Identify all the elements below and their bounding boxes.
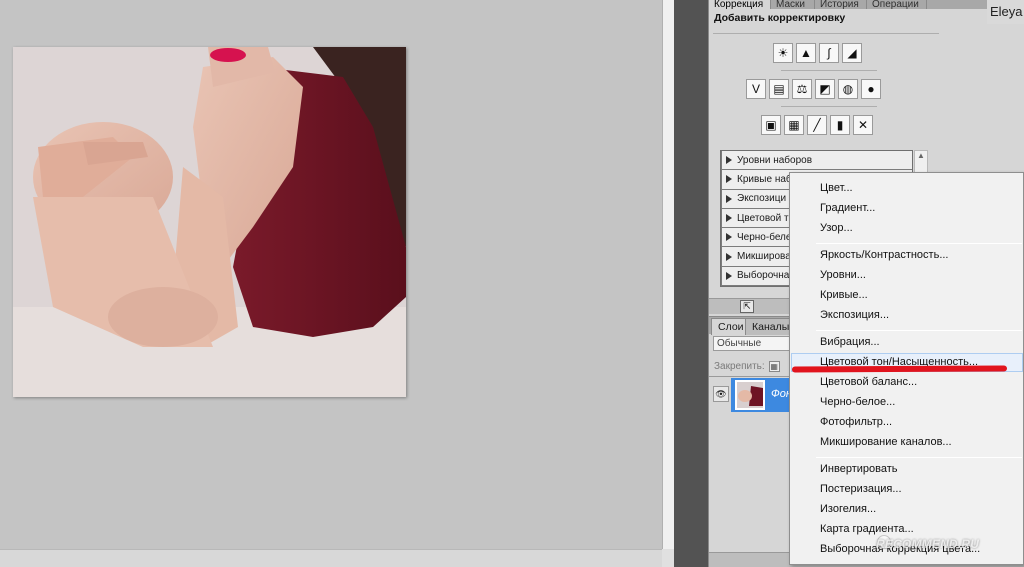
watermark: RECOMMEND.RU (876, 537, 980, 551)
menu-separator (816, 330, 1022, 331)
divider (781, 70, 877, 71)
adjustment-icons-row-2: V ▤ ⚖ ◩ ◍ ● (746, 79, 881, 99)
hue-saturation-icon[interactable]: ▤ (769, 79, 789, 99)
expand-triangle-icon[interactable] (726, 252, 732, 261)
menu-item-invert[interactable]: Инвертировать (791, 460, 1023, 479)
scroll-up-icon[interactable]: ▲ (915, 151, 927, 160)
adjustments-title: Добавить корректировку (714, 12, 846, 24)
expand-triangle-icon[interactable] (726, 156, 732, 165)
posterize-icon[interactable]: ▦ (784, 115, 804, 135)
menu-item-solid-color[interactable]: Цвет... (791, 179, 1023, 198)
adjustment-icons-row-1: ☀ ▲ ∫ ◢ (773, 43, 862, 63)
layer-thumbnail (735, 380, 765, 410)
menu-item-exposure[interactable]: Экспозиция... (791, 306, 1023, 325)
adjustment-icons-row-3: ▣ ▦ ╱ ▮ ✕ (761, 115, 873, 135)
preset-label: Микширова (737, 251, 791, 263)
menu-item-threshold[interactable]: Изогелия... (791, 500, 1023, 519)
adjustments-tab-bar: Коррекция Маски История Операции (709, 0, 1024, 9)
levels-icon[interactable]: ▲ (796, 43, 816, 63)
tab-adjustments[interactable]: Коррекция (709, 0, 771, 9)
gradient-map-icon[interactable]: ▮ (830, 115, 850, 135)
threshold-icon[interactable]: ╱ (807, 115, 827, 135)
lock-transparency-icon[interactable]: ▦ (768, 361, 780, 372)
menu-item-gradient[interactable]: Градиент... (791, 199, 1023, 218)
photo (13, 47, 406, 397)
expand-triangle-icon[interactable] (726, 233, 732, 242)
expand-triangle-icon[interactable] (726, 271, 732, 280)
preset-label: Экспозици (737, 193, 787, 205)
preset-label: Выборочна (737, 270, 790, 282)
return-to-list-icon[interactable]: ⇱ (740, 300, 754, 313)
visibility-eye-icon[interactable]: 👁 (713, 386, 729, 402)
vibrance-icon[interactable]: V (746, 79, 766, 99)
menu-item-photo-filter[interactable]: Фотофильтр... (791, 413, 1023, 432)
brightness-icon[interactable]: ☀ (773, 43, 793, 63)
photo-filter-icon[interactable]: ◍ (838, 79, 858, 99)
exposure-icon[interactable]: ◢ (842, 43, 862, 63)
tab-masks[interactable]: Маски (771, 0, 815, 9)
panel-dock-gap (674, 0, 708, 567)
expand-triangle-icon[interactable] (726, 214, 732, 223)
menu-item-black-white[interactable]: Черно-белое... (791, 393, 1023, 412)
selective-color-icon[interactable]: ✕ (853, 115, 873, 135)
menu-item-color-balance[interactable]: Цветовой баланс... (791, 373, 1023, 392)
menu-item-posterize[interactable]: Постеризация... (791, 480, 1023, 499)
menu-item-channel-mixer[interactable]: Микширование каналов... (791, 433, 1023, 452)
menu-separator (816, 243, 1022, 244)
invert-icon[interactable]: ▣ (761, 115, 781, 135)
expand-triangle-icon[interactable] (726, 194, 732, 203)
menu-item-vibrance[interactable]: Вибрация... (791, 333, 1023, 352)
lock-row: Закрепить: ▦ (714, 361, 780, 372)
channel-mixer-icon[interactable]: ● (861, 79, 881, 99)
expand-triangle-icon[interactable] (726, 175, 732, 184)
menu-separator (816, 457, 1022, 458)
menu-item-curves[interactable]: Кривые... (791, 286, 1023, 305)
divider (781, 106, 877, 107)
divider (713, 33, 939, 34)
tab-actions[interactable]: Операции (867, 0, 927, 9)
menu-item-levels[interactable]: Уровни... (791, 266, 1023, 285)
color-balance-icon[interactable]: ⚖ (792, 79, 812, 99)
curves-icon[interactable]: ∫ (819, 43, 839, 63)
scroll-corner (662, 549, 674, 567)
horizontal-scrollbar[interactable] (0, 549, 662, 567)
black-white-icon[interactable]: ◩ (815, 79, 835, 99)
menu-item-pattern[interactable]: Узор... (791, 219, 1023, 238)
tab-history[interactable]: История (815, 0, 867, 9)
preset-label: Цветовой т (737, 212, 789, 224)
vertical-scrollbar[interactable] (662, 0, 674, 549)
menu-item-brightness-contrast[interactable]: Яркость/Контрастность... (791, 246, 1023, 265)
preset-label: Черно-беле (737, 231, 792, 243)
preset-item[interactable]: Уровни наборов (721, 151, 912, 171)
annotation-underline (791, 365, 1008, 373)
document-canvas[interactable] (0, 0, 662, 567)
user-name[interactable]: Eleya (987, 0, 1024, 24)
preset-label: Уровни наборов (737, 154, 813, 166)
lock-label: Закрепить: (714, 361, 765, 372)
